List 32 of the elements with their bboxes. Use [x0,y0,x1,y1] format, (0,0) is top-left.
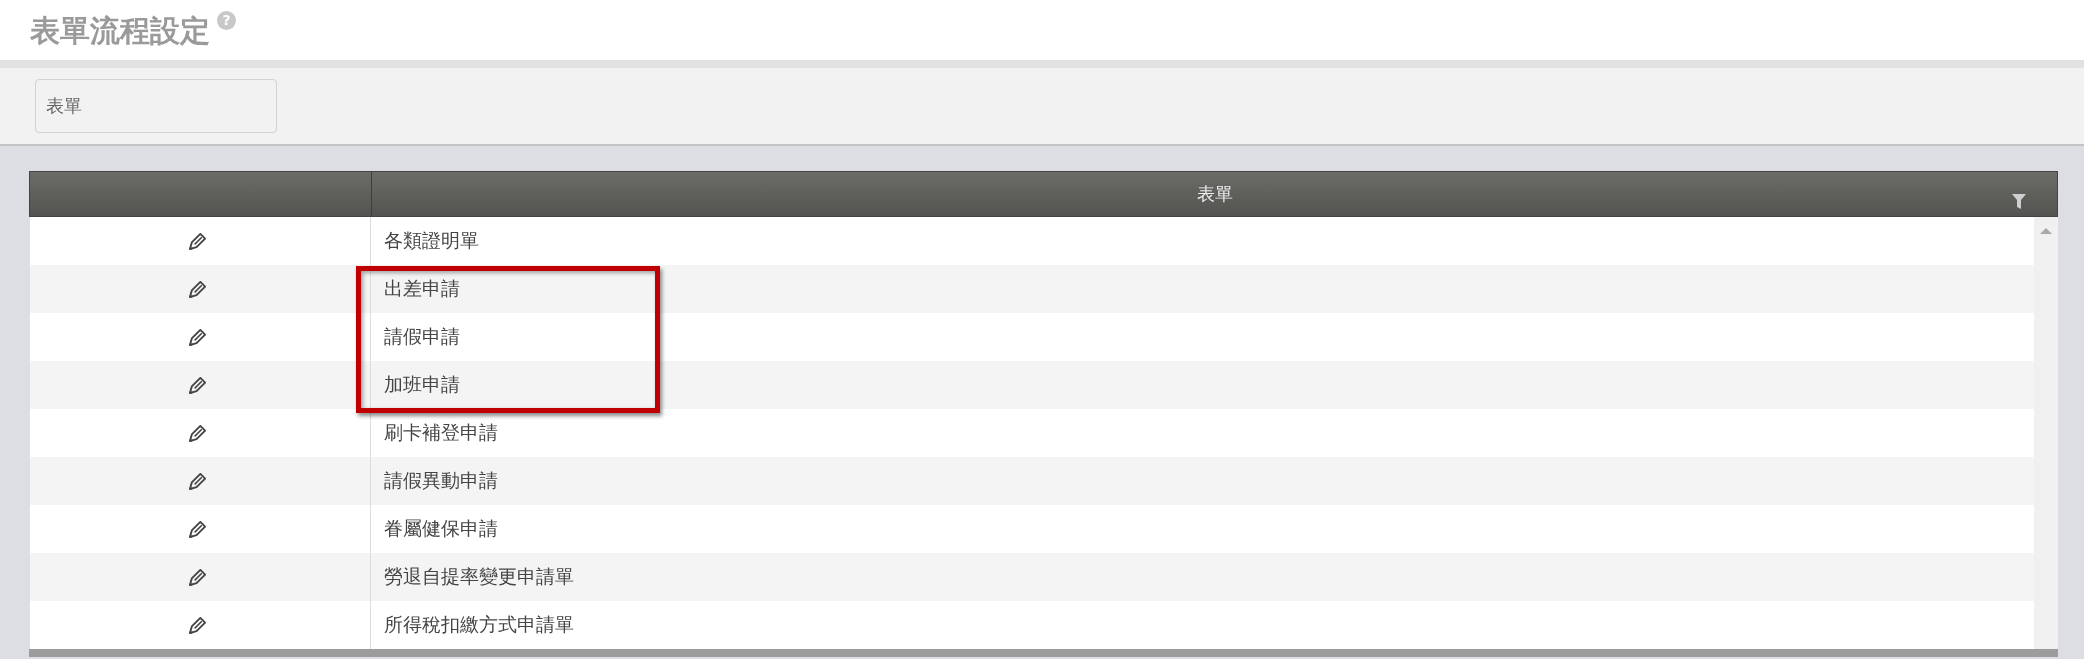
filter-icon[interactable] [2012,194,2026,209]
form-name-cell-text: 刷卡補登申請 [383,420,499,445]
table-row[interactable]: 所得稅扣繳方式申請單 [30,601,2034,649]
form-name-cell-text: 各類證明單 [383,228,480,253]
pencil-icon[interactable] [187,615,207,635]
form-name-cell-text: 勞退自提率變更申請單 [383,564,575,589]
vertical-scrollbar[interactable] [2034,217,2058,649]
form-name-cell-text: 所得稅扣繳方式申請單 [383,612,575,637]
column-header[interactable]: 表單 [1196,182,1233,206]
table-row[interactable]: 出差申請 [30,265,2034,313]
pencil-icon[interactable] [187,567,207,587]
page-title: 表單流程設定 [30,12,210,50]
table-row[interactable]: 請假申請 [30,313,2034,361]
pencil-icon[interactable] [187,471,207,491]
pencil-icon[interactable] [187,375,207,395]
form-name-cell-text: 請假異動申請 [383,468,499,493]
table-row[interactable]: 眷屬健保申請 [30,505,2034,553]
pencil-icon[interactable] [187,519,207,539]
pencil-icon[interactable] [187,279,207,299]
pencil-icon[interactable] [187,327,207,347]
table-row[interactable]: 勞退自提率變更申請單 [30,553,2034,601]
table-row[interactable]: 請假異動申請 [30,457,2034,505]
table-row[interactable]: 各類證明單 [30,217,2034,265]
form-name-cell-text: 出差申請 [383,276,461,301]
table-row[interactable]: 加班申請 [30,361,2034,409]
pencil-icon[interactable] [187,423,207,443]
form-name-cell-text: 眷屬健保申請 [383,516,499,541]
form-name-cell-text: 加班申請 [383,372,461,397]
form-name-cell-text: 請假申請 [383,324,461,349]
table-row[interactable]: 刷卡補登申請 [30,409,2034,457]
filter-field[interactable]: 表單 [35,79,277,133]
pencil-icon[interactable] [187,231,207,251]
